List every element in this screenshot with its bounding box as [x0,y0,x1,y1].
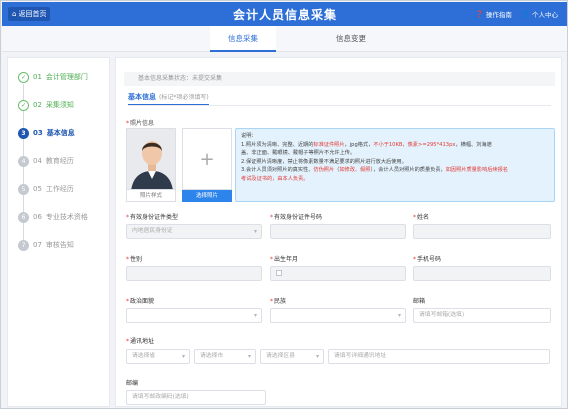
main-panel: 基本信息采集状态：未提交采集 基本信息 (标记*项必须填写) *照片信息 照片样式… [115,57,562,407]
step-label: 专业技术资格 [45,213,88,221]
notice-highlight: 标准证件照片 [313,141,345,148]
step-circle-icon: 6 [18,211,29,223]
guide-link[interactable]: ❓ 操作指南 [476,9,512,19]
id-number-label: *有效身份证件号码 [270,214,323,221]
notice-line-3: 2.保证照片清晰度，禁止将像素数量不满足要求的照片进行放大后使用。 [241,158,407,165]
postcode-label: 邮编 [126,380,139,387]
user-icon: 👤 [521,10,530,18]
step-circle-icon: 5 [18,183,29,195]
top-header: ⌂ 返回首页 会计人员信息采集 ❓ 操作指南 👤 个人中心 [2,2,567,26]
step-number: 06 [33,213,42,221]
mobile-field[interactable] [413,266,551,281]
step-7[interactable]: 7 07 审核告知 [18,238,74,252]
step-number: 03 [33,129,43,137]
section-tab-basic[interactable]: 基本信息 (标记*项必须填写) [128,92,209,105]
sample-photo [126,128,176,190]
nation-select[interactable] [270,308,406,323]
step-circle-icon: 7 [18,239,29,251]
select-photo-button[interactable]: 选择照片 [182,190,232,202]
id-number-field[interactable] [270,224,406,239]
email-label: 邮箱 [413,298,426,305]
notice-line-4: 3.会计人员须对照片的真实性、仿伪照片（如修改、假照），会计人员对照片的质量负责… [241,166,549,175]
check-icon: ✓ [18,99,29,111]
birth-field[interactable] [270,266,406,281]
section-divider [128,105,551,106]
politics-label: *政治面貌 [126,298,155,305]
guide-label: 操作指南 [485,11,512,19]
gender-label: *性别 [126,256,143,263]
nation-label: *民族 [270,298,287,305]
help-icon: ❓ [475,10,484,18]
step-number: 02 [33,101,42,109]
photo-caption: 照片样式 [126,190,176,202]
notice-line-2: 盖、非正面、戴眼镜、戴帽子等照片不允许上传。 [241,150,356,157]
address-detail-field[interactable]: 请填写详细通讯地址 [328,349,550,364]
step-3[interactable]: 3 03 基本信息 [18,126,75,140]
birth-label: *出生年月 [270,256,299,263]
photo-label-text: 照片信息 [130,120,155,127]
tab-change[interactable]: 信息变更 [318,26,384,52]
city-select[interactable]: 请选择市 [194,349,256,364]
user-center-link[interactable]: 👤 个人中心 [522,9,558,19]
notice-highlight: 仿伪照片 [313,167,335,174]
notice-highlight: 如修改、假照 [339,167,371,174]
step-label: 会计管理部门 [45,73,88,81]
address-label: *通讯地址 [126,338,155,345]
check-icon: ✓ [18,71,29,83]
user-center-label: 个人中心 [532,11,558,19]
app-window: ⌂ 返回首页 会计人员信息采集 ❓ 操作指南 👤 个人中心 信息采集 信息变更 … [0,0,568,409]
notice-title: 说明： [241,133,257,139]
notice-text: 3.会计人员须对照片的真实性、 [241,167,314,174]
province-select[interactable]: 请选择省 [126,349,190,364]
collect-status: 基本信息采集状态：未提交采集 [124,72,555,86]
district-select[interactable]: 请选择区县 [260,349,324,364]
notice-highlight: 不小于10KB，像素>=295*413px [373,141,456,148]
email-field[interactable]: 请填写邮箱(选填) [413,308,551,323]
step-number: 05 [33,185,42,193]
step-number: 04 [33,157,42,165]
step-2[interactable]: ✓ 02 采集须知 [18,98,74,112]
notice-text: ），会计人员对照片的质量负责， [370,167,446,174]
politics-select[interactable] [126,308,262,323]
tab-bar: 信息采集 信息变更 [2,26,567,52]
checkbox-icon [276,269,282,276]
step-label: 采集须知 [45,101,74,109]
id-type-label: *有效身份证件类型 [126,214,179,221]
step-label: 基本信息 [46,129,75,137]
section-tab-label: 基本信息 [128,93,156,101]
step-circle-icon: 3 [18,127,29,139]
photo-upload-area[interactable]: + [182,128,232,190]
plus-icon: + [199,148,215,170]
step-sidebar: ✓ 01 会计管理部门 ✓ 02 采集须知 3 03 基本信息 4 04 教育经… [7,57,110,407]
step-label: 教育经历 [45,157,74,165]
postcode-field[interactable]: 请填写邮政编码(选填) [126,390,266,405]
avatar-sample-icon [127,129,175,189]
notice-line-1: 1.照片须为清晰、完整、近期的标准证件照片，jpg格式，不小于10KB，像素>=… [241,141,549,150]
mobile-label: *手机号码 [413,256,442,263]
photo-notice: 说明： 1.照片须为清晰、完整、近期的标准证件照片，jpg格式，不小于10KB，… [235,128,555,202]
notice-text: 1.照片须为清晰、完整、近期的 [241,141,314,148]
step-number: 01 [33,73,42,81]
notice-text: ，横幅、刘海遮 [455,141,492,148]
notice-text: ，jpg格式， [344,141,374,148]
step-number: 07 [33,241,42,249]
id-type-select[interactable]: 内地居民身份证 [126,224,262,239]
tab-collect[interactable]: 信息采集 [210,26,276,52]
required-note: (标记*项必须填写) [159,94,209,101]
step-4[interactable]: 4 04 教育经历 [18,154,74,168]
notice-highlight: 如因照片质量影响后续报名 [445,167,508,174]
name-field[interactable] [413,224,551,239]
photo-label: *照片信息 [126,118,154,127]
step-6[interactable]: 6 06 专业技术资格 [18,210,88,224]
gender-field[interactable] [126,266,262,281]
step-label: 审核告知 [45,241,74,249]
step-circle-icon: 4 [18,155,29,167]
step-label: 工作经历 [45,185,74,193]
notice-line-5: 考试及证书的，由本人负责。 [241,175,309,182]
required-mark: * [126,120,129,127]
step-5[interactable]: 5 05 工作经历 [18,182,74,196]
header-actions: ❓ 操作指南 👤 个人中心 [476,9,558,19]
name-label: *姓名 [413,214,430,221]
step-1[interactable]: ✓ 01 会计管理部门 [18,70,88,84]
